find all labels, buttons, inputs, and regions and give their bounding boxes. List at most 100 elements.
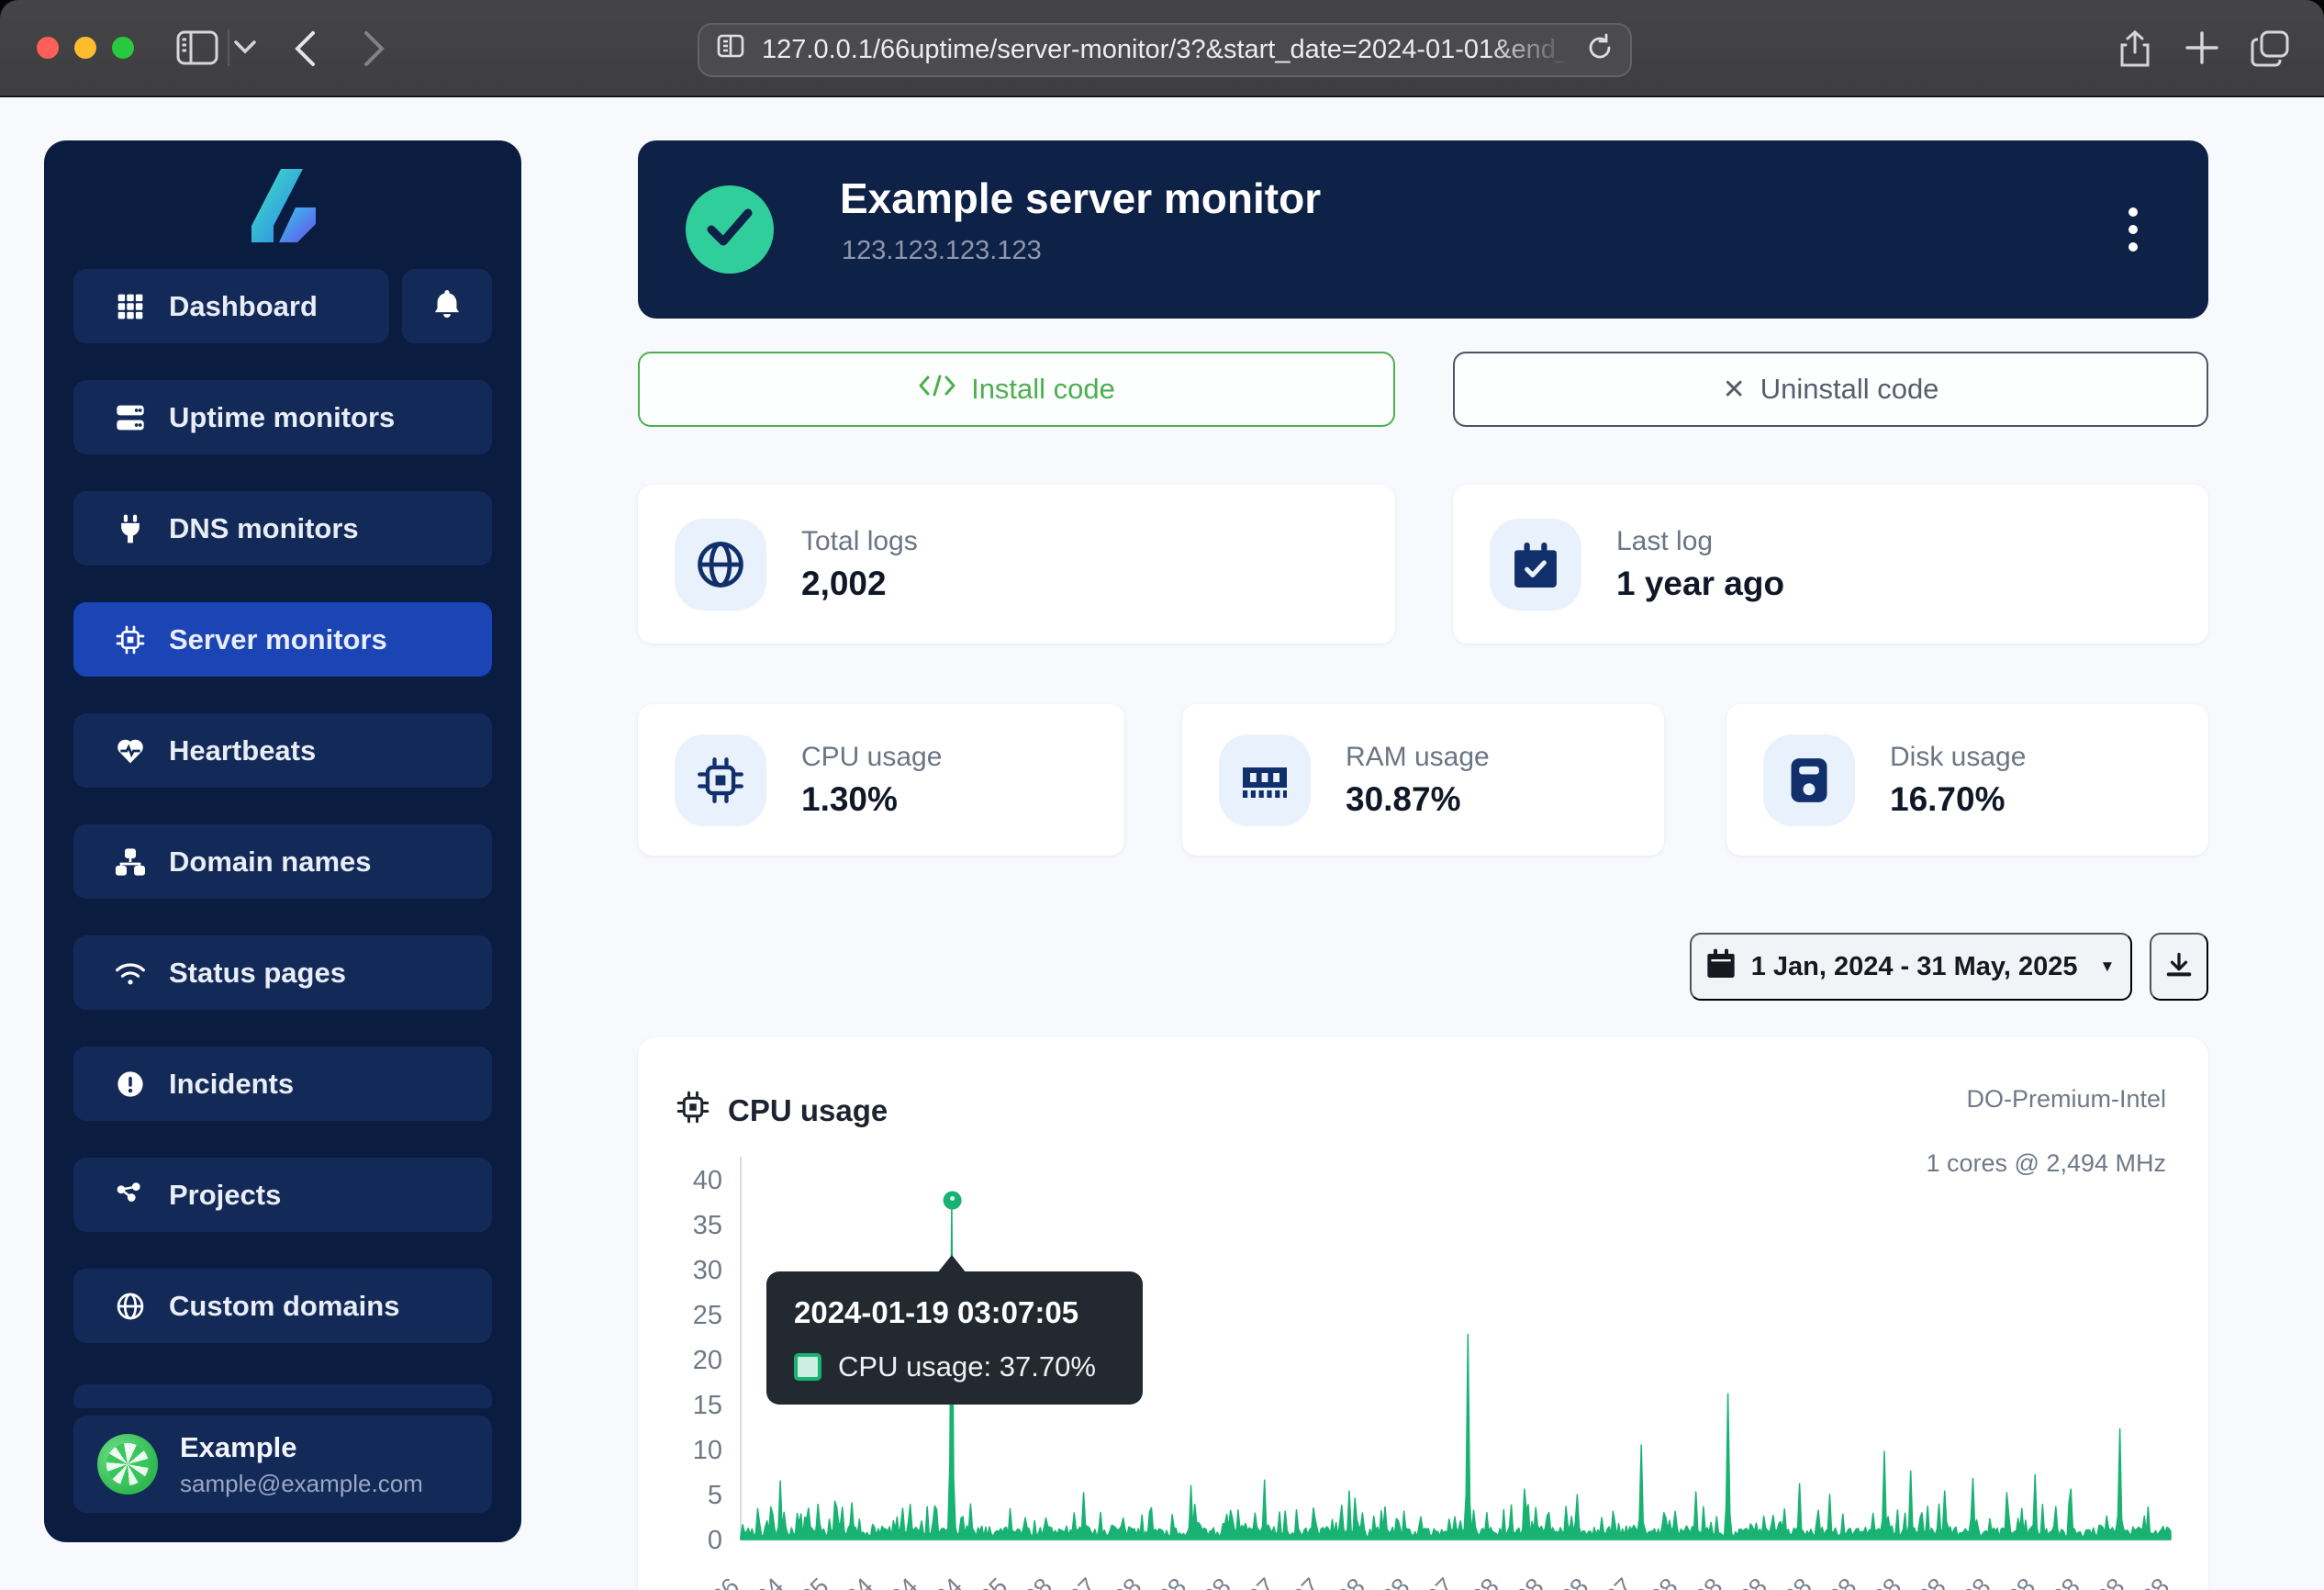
sidebar-item-label: DNS monitors: [169, 512, 359, 545]
profile-card[interactable]: Example sample@example.com: [73, 1416, 492, 1513]
sidebar-item-dns-monitors[interactable]: DNS monitors: [73, 491, 492, 565]
forward-icon[interactable]: [363, 30, 385, 67]
zoom-window-button[interactable]: [112, 37, 134, 59]
svg-text:07: 07: [1421, 1573, 1459, 1590]
sidebar-item-custom-domains[interactable]: Custom domains: [73, 1269, 492, 1343]
svg-text:08: 08: [1465, 1573, 1503, 1590]
new-tab-icon[interactable]: [2184, 30, 2219, 65]
svg-text:08: 08: [1555, 1573, 1593, 1590]
sidebar-item-partial[interactable]: [73, 1384, 492, 1408]
wifi-icon: [114, 960, 147, 986]
sidebar-item-label: Status pages: [169, 957, 346, 990]
url-text[interactable]: 127.0.0.1/66uptime/server-monitor/3?&sta…: [762, 35, 1586, 65]
svg-text:35: 35: [693, 1211, 722, 1240]
server-icon: [114, 404, 147, 431]
svg-text:08: 08: [1823, 1573, 1861, 1590]
svg-text:04: 04: [885, 1573, 923, 1590]
x-icon: ✕: [1723, 374, 1746, 406]
caret-down-icon: ▼: [2099, 957, 2115, 976]
stat-value: 2,002: [801, 565, 918, 603]
stat-label: Total logs: [801, 526, 918, 557]
memory-icon: [1219, 734, 1311, 826]
sidebar-item-heartbeats[interactable]: Heartbeats: [73, 713, 492, 788]
svg-text:05: 05: [795, 1573, 833, 1590]
svg-text:08: 08: [1376, 1573, 1414, 1590]
plug-icon: [114, 514, 147, 543]
sidebar-item-projects[interactable]: Projects: [73, 1158, 492, 1232]
notifications-button[interactable]: [402, 269, 492, 343]
svg-text:25: 25: [693, 1301, 722, 1330]
page-icon: [716, 34, 745, 66]
bell-icon: [432, 288, 462, 324]
tooltip-timestamp: 2024-01-19 03:07:05: [794, 1295, 1115, 1330]
svg-text:10: 10: [693, 1436, 722, 1465]
stat-label: CPU usage: [801, 742, 942, 773]
chevron-down-icon[interactable]: [234, 40, 256, 54]
uninstall-code-button[interactable]: ✕ Uninstall code: [1453, 352, 2208, 427]
globe-icon: [675, 519, 766, 610]
svg-text:08: 08: [2046, 1573, 2084, 1590]
url-bar[interactable]: 127.0.0.1/66uptime/server-monitor/3?&sta…: [698, 23, 1632, 77]
svg-text:07: 07: [1600, 1573, 1638, 1590]
status-badge: [686, 185, 774, 274]
stat-label: Last log: [1616, 526, 1784, 557]
stat-card-ram: RAM usage 30.87%: [1182, 704, 1664, 856]
calendar-icon: [1707, 948, 1735, 985]
date-range-button[interactable]: 1 Jan, 2024 - 31 May, 2025 ▼: [1690, 933, 2132, 1001]
reload-icon[interactable]: [1586, 33, 1614, 67]
sidebar-item-uptime-monitors[interactable]: Uptime monitors: [73, 380, 492, 454]
sidebar-item-incidents[interactable]: Incidents: [73, 1047, 492, 1121]
svg-text:04: 04: [750, 1573, 788, 1590]
svg-text:26: 26: [706, 1573, 744, 1590]
cpu-usage-chart-card: CPU usage DO-Premium-Intel 1 cores @ 2,4…: [638, 1037, 2208, 1590]
download-button[interactable]: [2150, 933, 2208, 1001]
svg-text:08: 08: [1912, 1573, 1950, 1590]
monitor-ip: 123.123.123.123: [842, 236, 1042, 266]
sidebar-toggle-icon[interactable]: [176, 30, 218, 65]
stat-label: RAM usage: [1346, 742, 1490, 773]
share-nodes-icon: [114, 1182, 147, 1208]
page-title: Example server monitor: [840, 174, 1321, 223]
kebab-menu-button[interactable]: [2115, 197, 2151, 262]
date-range-label: 1 Jan, 2024 - 31 May, 2025: [1751, 952, 2078, 982]
hard-drive-icon: [1763, 734, 1855, 826]
sidebar-item-dashboard[interactable]: Dashboard: [73, 269, 389, 343]
stat-value: 16.70%: [1890, 780, 2026, 819]
install-code-label: Install code: [971, 373, 1115, 406]
svg-text:07: 07: [1063, 1573, 1101, 1590]
sidebar-item-domain-names[interactable]: Domain names: [73, 824, 492, 899]
tab-overview-icon[interactable]: [2251, 30, 2289, 67]
svg-text:5: 5: [708, 1481, 722, 1510]
stat-label: Disk usage: [1890, 742, 2026, 773]
microchip-icon: [675, 734, 766, 826]
svg-text:0: 0: [708, 1526, 722, 1555]
stat-card-total-logs: Total logs 2,002: [638, 485, 1395, 644]
svg-text:08: 08: [1644, 1573, 1682, 1590]
share-icon[interactable]: [2118, 30, 2151, 69]
svg-text:07: 07: [1287, 1573, 1325, 1590]
sidebar: Dashboard: [44, 140, 521, 1542]
svg-text:08: 08: [1510, 1573, 1548, 1590]
svg-text:05: 05: [974, 1573, 1012, 1590]
profile-email: sample@example.com: [180, 1470, 423, 1498]
tooltip-value: CPU usage: 37.70%: [838, 1350, 1096, 1383]
globe-icon: [114, 1293, 147, 1320]
uninstall-code-label: Uninstall code: [1760, 373, 1939, 406]
divider: [228, 29, 229, 66]
install-code-button[interactable]: Install code: [638, 352, 1395, 427]
svg-text:08: 08: [1197, 1573, 1235, 1590]
back-icon[interactable]: [294, 30, 316, 67]
code-icon: [918, 373, 956, 406]
chart-tooltip: 2024-01-19 03:07:05 CPU usage: 37.70%: [766, 1271, 1143, 1405]
sidebar-item-server-monitors[interactable]: Server monitors: [73, 602, 492, 677]
close-window-button[interactable]: [37, 37, 59, 59]
sitemap-icon: [114, 848, 147, 876]
stat-value: 1 year ago: [1616, 565, 1784, 603]
svg-text:08: 08: [1019, 1573, 1057, 1590]
calendar-check-icon: [1490, 519, 1581, 610]
svg-text:08: 08: [1778, 1573, 1816, 1590]
sidebar-item-label: Domain names: [169, 845, 372, 879]
sidebar-item-status-pages[interactable]: Status pages: [73, 935, 492, 1010]
sidebar-item-label: Incidents: [169, 1068, 294, 1101]
minimize-window-button[interactable]: [74, 37, 96, 59]
